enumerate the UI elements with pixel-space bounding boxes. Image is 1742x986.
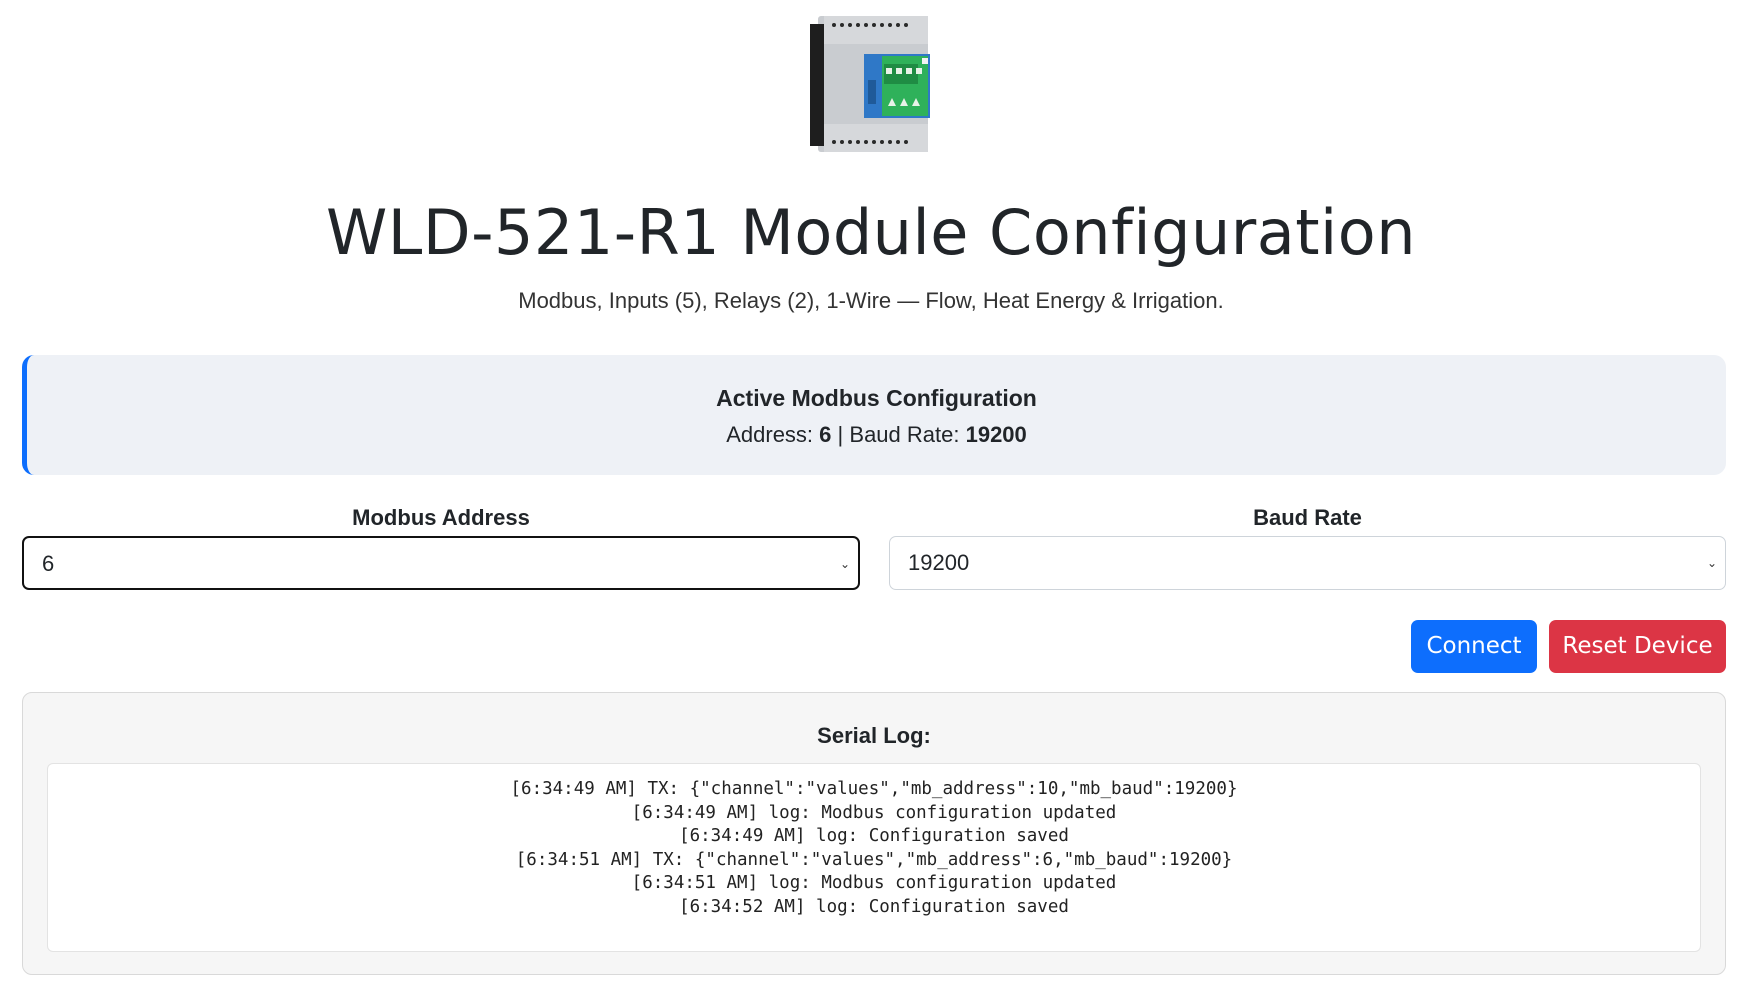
modbus-address-value: 6 <box>42 551 55 576</box>
modbus-address-select[interactable]: 6 ⌄ <box>22 536 860 590</box>
log-line: [6:34:49 AM] log: Modbus configuration u… <box>631 802 1117 823</box>
chevron-down-icon: ⌄ <box>1706 556 1717 570</box>
log-line: [6:34:52 AM] log: Configuration saved <box>679 896 1069 917</box>
reset-device-button[interactable]: Reset Device <box>1549 620 1726 673</box>
page-title: WLD-521-R1 Module Configuration <box>325 196 1417 269</box>
separator: | <box>837 422 844 447</box>
baud-rate-label: Baud Rate <box>1253 505 1362 530</box>
log-line: [6:34:49 AM] log: Configuration saved <box>679 826 1069 847</box>
device-image <box>810 16 930 152</box>
address-value: 6 <box>819 422 832 447</box>
connect-button[interactable]: Connect <box>1411 620 1537 673</box>
baud-value: 19200 <box>965 422 1027 447</box>
chevron-down-icon: ⌄ <box>839 557 850 571</box>
baud-rate-select[interactable]: 19200 ⌄ <box>889 536 1726 590</box>
serial-log-title: Serial Log: <box>817 723 931 748</box>
log-line: [6:34:51 AM] log: Modbus configuration u… <box>631 873 1117 894</box>
log-line: [6:34:49 AM] TX: {"channel":"values","mb… <box>510 779 1238 799</box>
log-line: [6:34:51 AM] TX: {"channel":"values","mb… <box>515 849 1233 870</box>
baud-label: Baud Rate: <box>849 422 960 447</box>
config-page: WLD-521-R1 Module Configuration Modbus, … <box>0 0 1742 986</box>
active-config-title: Active Modbus Configuration <box>716 385 1037 411</box>
serial-log-panel: Serial Log: [6:34:49 AM] TX: {"channel":… <box>22 692 1726 975</box>
active-config-values: Address: 6 | Baud Rate: 19200 <box>27 422 1726 448</box>
modbus-address-label: Modbus Address <box>352 505 530 530</box>
serial-log-output[interactable]: [6:34:49 AM] TX: {"channel":"values","mb… <box>47 763 1701 952</box>
address-label: Address: <box>726 422 814 447</box>
page-subtitle: Modbus, Inputs (5), Relays (2), 1-Wire —… <box>518 288 1224 313</box>
active-config-banner: Active Modbus Configuration Address: 6 |… <box>22 355 1726 475</box>
baud-rate-value: 19200 <box>908 550 970 575</box>
